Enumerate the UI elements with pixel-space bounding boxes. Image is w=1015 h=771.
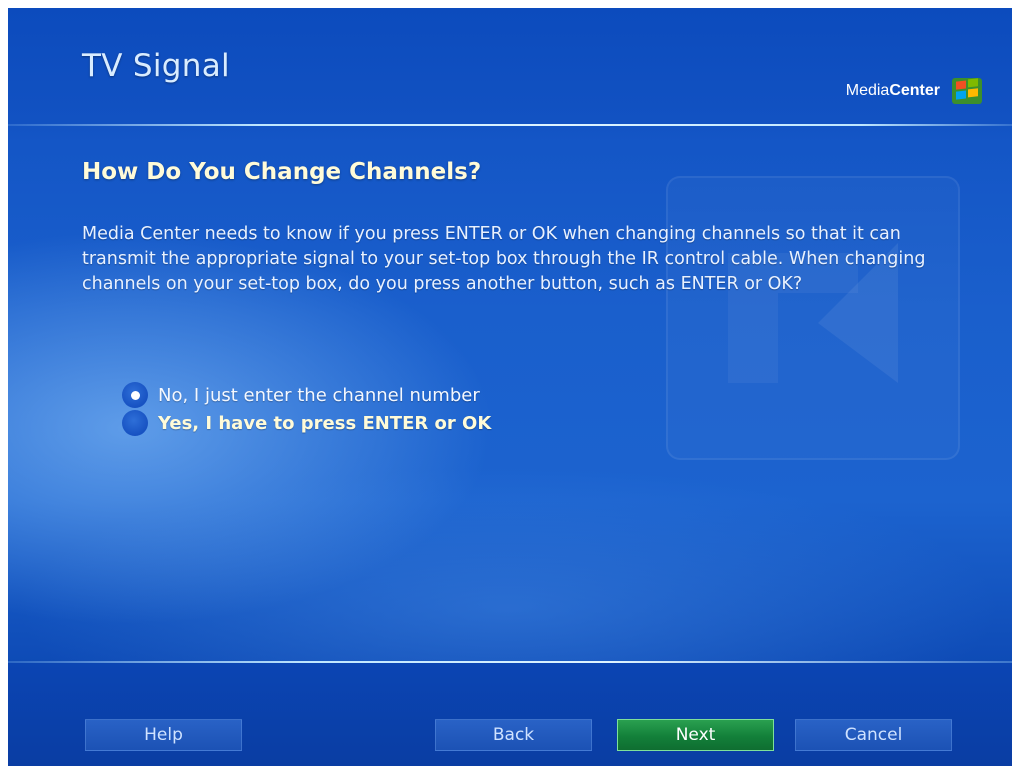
option-press-enter[interactable]: Yes, I have to press ENTER or OK bbox=[122, 409, 491, 437]
media-center-window: TV Signal Media Center How Do You Change … bbox=[8, 8, 1012, 766]
cancel-button[interactable]: Cancel bbox=[795, 719, 952, 751]
option-no-enter[interactable]: No, I just enter the channel number bbox=[122, 381, 491, 409]
header: TV Signal Media Center bbox=[8, 8, 1012, 124]
page-title: TV Signal bbox=[82, 48, 230, 84]
radio-selected-dot bbox=[130, 390, 140, 400]
next-button[interactable]: Next bbox=[617, 719, 774, 751]
header-divider bbox=[8, 124, 1012, 126]
option-label: Yes, I have to press ENTER or OK bbox=[158, 412, 492, 434]
channel-change-options: No, I just enter the channel number Yes,… bbox=[122, 381, 491, 437]
brand-bold: Center bbox=[889, 82, 940, 99]
help-button[interactable]: Help bbox=[85, 719, 242, 751]
radio-button-icon[interactable] bbox=[122, 410, 148, 436]
radio-button-icon[interactable] bbox=[122, 382, 148, 408]
windows-flag-icon bbox=[952, 78, 982, 104]
option-label: No, I just enter the channel number bbox=[158, 384, 480, 406]
brand-prefix: Media bbox=[845, 82, 890, 99]
back-button[interactable]: Back bbox=[435, 719, 592, 751]
section-heading: How Do You Change Channels? bbox=[82, 159, 482, 185]
brand-logo: Media Center bbox=[846, 78, 982, 104]
description-text: Media Center needs to know if you press … bbox=[82, 224, 926, 294]
arrow-watermark-icon bbox=[666, 176, 960, 460]
